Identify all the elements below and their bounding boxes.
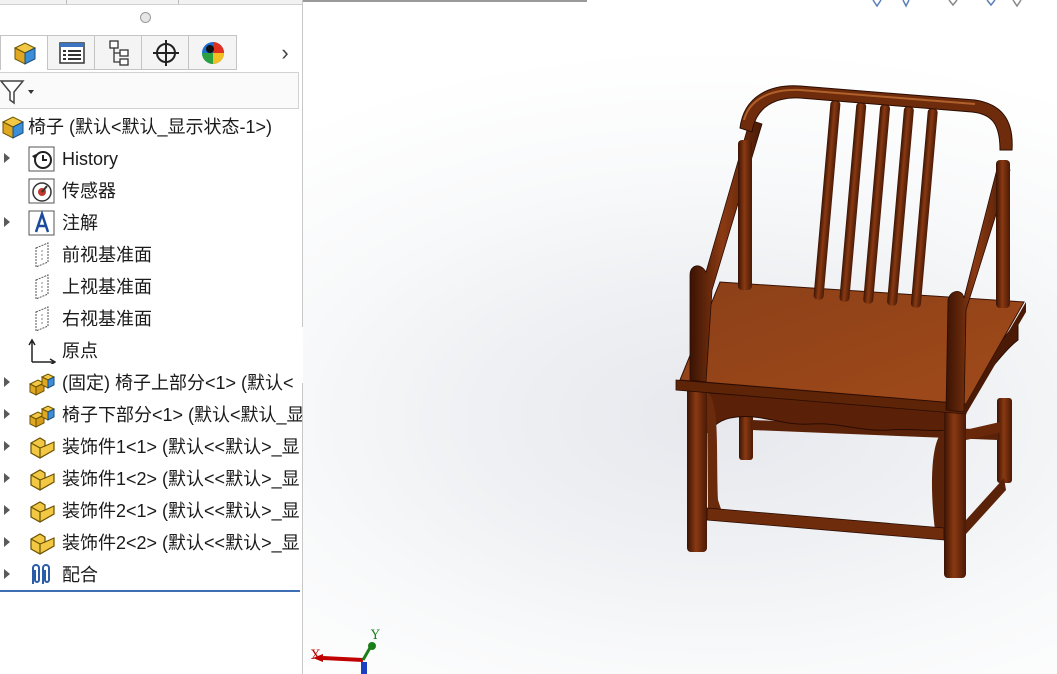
dimxpert-tab[interactable] [141, 35, 190, 70]
graphics-area[interactable]: X Y [303, 0, 1057, 674]
expand-arrow-icon[interactable] [4, 473, 10, 483]
tree-item-mates[interactable]: 配合 [0, 560, 302, 590]
back-spindle-2 [839, 102, 867, 302]
more-tabs-chevron-icon[interactable]: › [270, 35, 300, 70]
tree-end-marker [0, 590, 300, 592]
tree-item-label: 椅子下部分<1> (默认<默认_显 [62, 405, 302, 425]
expand-arrow-icon[interactable] [4, 153, 10, 163]
tree-item-label: 装饰件1<1> (默认<<默认>_显 [62, 437, 300, 457]
triad-x-label: X [311, 648, 321, 663]
plane-icon [35, 274, 49, 300]
back-right-leg [997, 398, 1012, 483]
crosshair-icon [152, 39, 179, 66]
tree-item-top-plane[interactable]: 上视基准面 [0, 272, 302, 302]
expand-arrow-icon[interactable] [4, 377, 10, 387]
configuration-manager-tab[interactable] [94, 35, 143, 70]
configuration-manager-icon [108, 39, 129, 66]
tree-item-origin[interactable]: 原点 [0, 336, 302, 366]
tree-item-annotations[interactable]: 注解 [0, 208, 302, 238]
expand-arrow-icon[interactable] [4, 409, 10, 419]
panel-collapse-handle[interactable] [140, 12, 151, 23]
plane-icon [35, 306, 49, 332]
expand-arrow-icon[interactable] [4, 441, 10, 451]
part-icon [30, 501, 55, 523]
tree-item-front-plane[interactable]: 前视基准面 [0, 240, 302, 270]
property-manager-icon [58, 41, 85, 64]
sensor-icon [28, 178, 55, 204]
tree-item-label: 前视基准面 [62, 245, 152, 265]
right-back-upright [996, 160, 1010, 308]
tree-item-label: History [62, 149, 119, 169]
back-spindle-4 [887, 106, 914, 306]
right-foot-stretcher [966, 478, 1006, 534]
tree-item-upper-chair[interactable]: (固定) 椅子上部分<1> (默认< [0, 368, 302, 398]
panel-tabs: › [0, 35, 302, 72]
tree-item-ornament-2-1[interactable]: 装饰件2<1> (默认<<默认>_显 [0, 496, 302, 526]
tree-item-history[interactable]: History [0, 144, 302, 174]
back-spindle-3 [863, 104, 891, 304]
chair-model[interactable] [303, 0, 1057, 674]
tree-item-ornament-1-1[interactable]: 装饰件1<1> (默认<<默认>_显 [0, 432, 302, 462]
appearance-icon [201, 41, 224, 64]
tree-item-label: 装饰件1<2> (默认<<默认>_显 [62, 469, 300, 489]
tree-item-label: (固定) 椅子上部分<1> (默认< [62, 373, 294, 393]
tree-item-label: 传感器 [62, 181, 116, 201]
back-spindle-5 [910, 108, 938, 308]
tree-root-assembly[interactable]: 椅子 (默认<默认_显示状态-1>) [0, 112, 302, 142]
triad-y-label: Y [371, 628, 380, 643]
tree-item-label: 原点 [62, 341, 98, 361]
expand-arrow-icon[interactable] [4, 505, 10, 515]
part-icon [30, 533, 55, 555]
tree-item-ornament-2-2[interactable]: 装饰件2<2> (默认<<默认>_显 [0, 528, 302, 558]
property-manager-tab[interactable] [47, 35, 96, 70]
front-right-leg [944, 410, 966, 578]
tree-root-label: 椅子 (默认<默认_显示状态-1>) [28, 117, 273, 137]
assembly-icon [1, 116, 25, 139]
triad-x-axis [322, 656, 364, 662]
tree-item-label: 上视基准面 [62, 277, 152, 297]
tree-item-label: 装饰件2<1> (默认<<默认>_显 [62, 501, 300, 521]
plane-icon [35, 242, 49, 268]
panel-top-strip [0, 0, 302, 5]
tree-item-ornament-1-2[interactable]: 装饰件1<2> (默认<<默认>_显 [0, 464, 302, 494]
tree-item-label: 注解 [62, 213, 98, 233]
part-icon [30, 437, 55, 459]
expand-arrow-icon[interactable] [4, 537, 10, 547]
tree-item-label: 右视基准面 [62, 309, 152, 329]
annotation-icon [28, 210, 55, 236]
subassembly-icon [28, 373, 56, 396]
subassembly-icon [28, 405, 56, 428]
expand-arrow-icon[interactable] [4, 217, 10, 227]
tree-item-sensors[interactable]: 传感器 [0, 176, 302, 206]
triad-z-axis [361, 662, 367, 674]
left-back-upright [738, 140, 752, 290]
feature-manager-panel: › 椅子 (默认<默认_显示状态-1>) History 传感器 注解 前视基准… [0, 0, 303, 674]
feature-manager-tab[interactable] [0, 35, 49, 70]
expand-arrow-icon[interactable] [4, 569, 10, 579]
tree-item-right-plane[interactable]: 右视基准面 [0, 304, 302, 334]
tree-item-label: 装饰件2<2> (默认<<默认>_显 [62, 533, 300, 553]
filter-icon[interactable] [0, 79, 40, 105]
mates-icon [32, 564, 50, 584]
tree-item-lower-chair[interactable]: 椅子下部分<1> (默认<默认_显 [0, 400, 302, 430]
front-right-leg-scroll [931, 430, 944, 540]
tree-item-label: 配合 [62, 565, 98, 585]
back-spindle-1 [813, 100, 841, 300]
part-icon [30, 469, 55, 491]
feature-manager-icon [13, 42, 36, 65]
front-foot-stretcher [706, 507, 945, 541]
origin-icon [28, 338, 56, 364]
feature-filter-bar[interactable] [0, 72, 299, 109]
display-manager-tab[interactable] [188, 35, 237, 70]
history-icon [28, 146, 55, 172]
front-left-leg [687, 380, 707, 552]
